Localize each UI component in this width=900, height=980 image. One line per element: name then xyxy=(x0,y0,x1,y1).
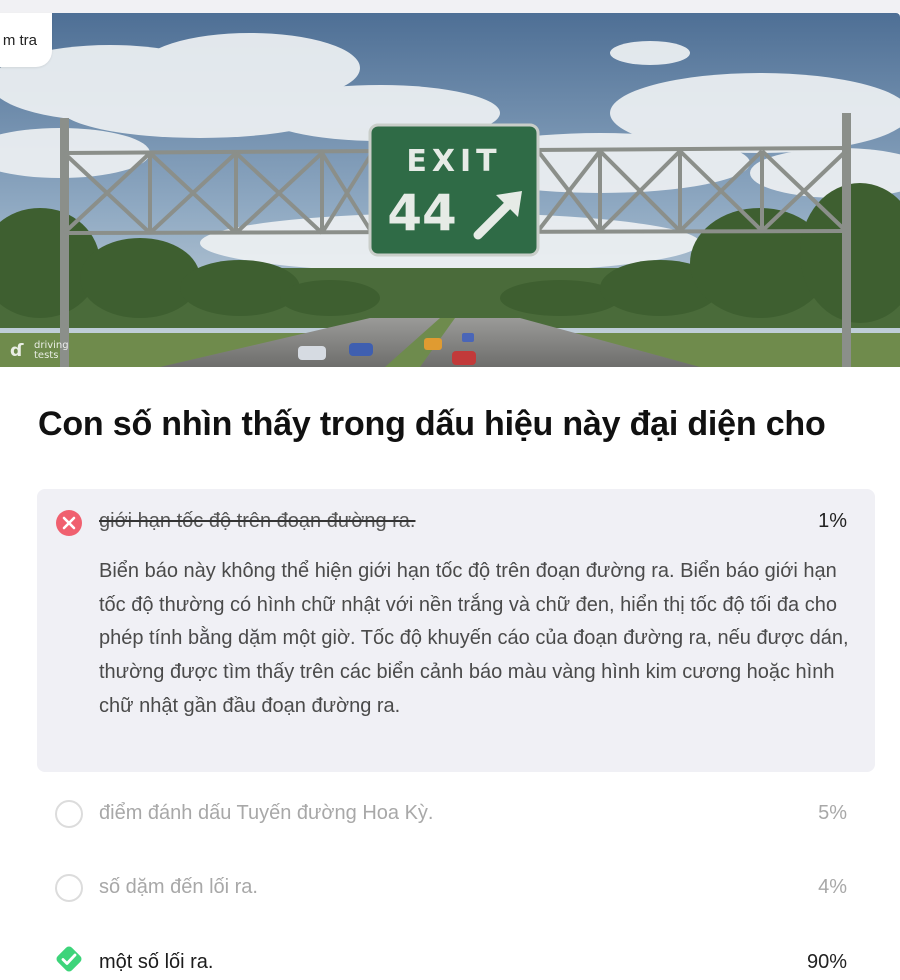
quiz-badge-label: m tra xyxy=(2,31,37,49)
x-circle-icon xyxy=(55,509,83,537)
answer-text: một số lối ra. xyxy=(99,951,214,973)
top-strip xyxy=(0,0,900,13)
quiz-badge[interactable]: m tra xyxy=(0,13,52,67)
empty-circle-icon xyxy=(55,800,83,828)
answer-text: giới hạn tốc độ trên đoạn đường ra. xyxy=(99,510,416,532)
answer-text: số dặm đến lối ra. xyxy=(99,876,258,898)
answer-percent: 1% xyxy=(818,510,847,532)
watermark-line2: tests xyxy=(34,350,58,361)
answer-option-3[interactable]: số dặm đến lối ra. 4% xyxy=(37,871,875,907)
answer-text: điểm đánh dấu Tuyến đường Hoa Kỳ. xyxy=(99,802,434,824)
svg-text:ɗ: ɗ xyxy=(10,341,24,361)
exit-sign: EXIT 44 xyxy=(368,123,540,257)
exit-sign-title: EXIT xyxy=(406,144,501,179)
question-image: EXIT 44 ɗ driving tests xyxy=(0,13,900,367)
answer-percent: 90% xyxy=(806,951,847,973)
answer-option-4[interactable]: một số lối ra. 90% xyxy=(37,945,875,980)
answer-explanation: Biển báo này không thể hiện giới hạn tốc… xyxy=(99,560,849,717)
answer-percent: 4% xyxy=(818,876,847,898)
check-diamond-icon xyxy=(55,945,83,973)
answer-option-1[interactable]: giới hạn tốc độ trên đoạn đường ra. 1% B… xyxy=(37,489,875,772)
question-title: Con số nhìn thấy trong dấu hiệu này đại … xyxy=(38,405,826,443)
empty-circle-icon xyxy=(55,874,83,902)
exit-sign-number: 44 xyxy=(387,184,457,242)
answer-option-2[interactable]: điểm đánh dấu Tuyến đường Hoa Kỳ. 5% xyxy=(37,797,875,833)
answer-percent: 5% xyxy=(818,802,847,824)
